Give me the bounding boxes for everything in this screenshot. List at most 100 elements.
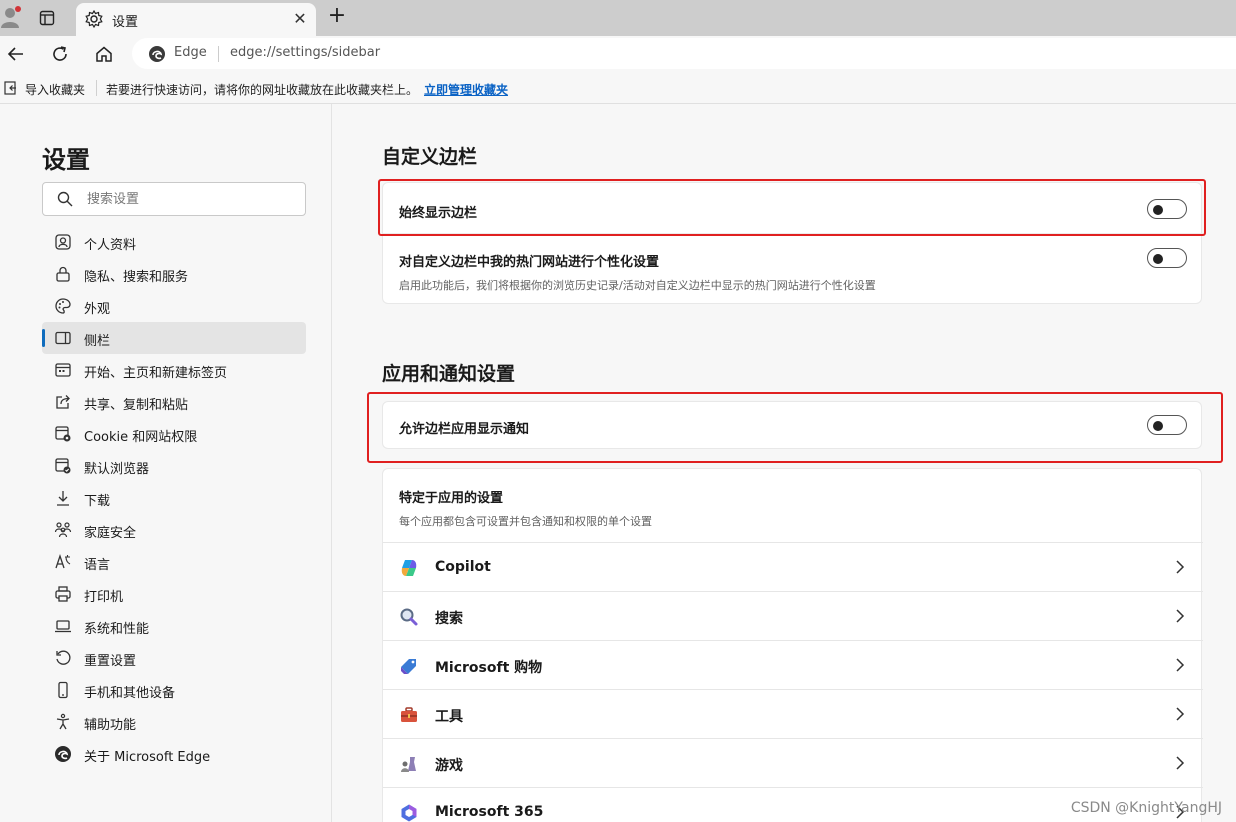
- download-icon: [54, 489, 72, 507]
- search-app-icon: [399, 607, 419, 627]
- app-label: Copilot: [435, 559, 491, 575]
- watermark: CSDN @KnightYangHJ: [1070, 800, 1222, 816]
- nav-label: 外观: [84, 302, 111, 317]
- profile-icon: [54, 233, 72, 251]
- palette-icon: [54, 297, 72, 315]
- app-row-games[interactable]: 游戏: [383, 738, 1203, 787]
- toolbox-icon: [399, 705, 419, 725]
- nav-item-printers[interactable]: 打印机: [42, 578, 306, 610]
- nav-item-downloads[interactable]: 下载: [42, 482, 306, 514]
- home-page-icon: [54, 361, 72, 379]
- home-icon[interactable]: [92, 42, 116, 66]
- nav-label: 隐私、搜索和服务: [84, 270, 189, 285]
- app-label: Microsoft 购物: [435, 660, 543, 676]
- omnibox-divider: [218, 46, 219, 62]
- nav-item-sidebar[interactable]: 侧栏: [42, 322, 306, 354]
- favorites-bar: 导入收藏夹 若要进行快速访问，请将你的网址收藏放在此收藏夹栏上。 立即管理收藏夹: [0, 72, 1236, 104]
- nav-label: 默认浏览器: [84, 462, 150, 477]
- nav-label: 打印机: [84, 590, 124, 605]
- browser-icon: [54, 457, 72, 475]
- nav-label: 家庭安全: [84, 526, 137, 541]
- phone-icon: [54, 681, 72, 699]
- app-row-shopping[interactable]: Microsoft 购物: [383, 640, 1203, 689]
- sidebar-icon: [54, 329, 72, 347]
- chevron-right-icon: [1175, 755, 1185, 771]
- gear-icon: [84, 9, 104, 29]
- printer-icon: [54, 585, 72, 603]
- nav-label: 手机和其他设备: [84, 686, 176, 701]
- reset-icon: [54, 649, 72, 667]
- nav-label: 开始、主页和新建标签页: [84, 366, 228, 381]
- favbar-divider: [96, 80, 97, 96]
- nav-item-languages[interactable]: 语言: [42, 546, 306, 578]
- new-tab-button[interactable]: +: [326, 5, 348, 29]
- section-title-app-notifications: 应用和通知设置: [382, 363, 516, 385]
- chevron-right-icon: [1175, 706, 1185, 722]
- nav-label: 下载: [84, 494, 111, 509]
- nav-label: 系统和性能: [84, 622, 150, 637]
- search-icon: [57, 191, 73, 207]
- language-icon: [54, 553, 72, 571]
- nav-label: 辅助功能: [84, 718, 137, 733]
- nav-item-accessibility[interactable]: 辅助功能: [42, 706, 306, 738]
- back-icon[interactable]: [4, 42, 28, 66]
- app-label: Microsoft 365: [435, 804, 544, 820]
- app-specific-description: 每个应用都包含可设置并包含通知和权限的单个设置: [399, 515, 652, 528]
- laptop-icon: [54, 617, 72, 635]
- app-row-copilot[interactable]: Copilot: [383, 542, 1203, 591]
- accessibility-icon: [54, 713, 72, 731]
- personalize-top-sites-toggle[interactable]: [1147, 248, 1187, 268]
- favorites-hint: 若要进行快速访问，请将你的网址收藏放在此收藏夹栏上。: [106, 83, 419, 97]
- nav-label: 语言: [84, 558, 111, 573]
- app-label: 搜索: [435, 611, 463, 627]
- nav-label: 共享、复制和粘贴: [84, 398, 189, 413]
- nav-label: 关于 Microsoft Edge: [84, 750, 211, 765]
- search-settings-box[interactable]: [42, 182, 306, 216]
- tab-title: 设置: [112, 15, 139, 30]
- shopping-tag-icon: [399, 656, 419, 676]
- app-specific-title: 特定于应用的设置: [399, 491, 504, 506]
- import-favorites-button[interactable]: 导入收藏夹: [25, 81, 85, 98]
- app-label: 游戏: [435, 758, 463, 774]
- address-bar[interactable]: Edge edge://settings/sidebar: [132, 38, 1236, 69]
- app-specific-settings-card: 特定于应用的设置 每个应用都包含可设置并包含通知和权限的单个设置 Copilot…: [382, 468, 1203, 822]
- close-tab-icon[interactable]: ✕: [290, 8, 310, 28]
- app-row-tools[interactable]: 工具: [383, 689, 1203, 738]
- nav-label: 侧栏: [84, 334, 111, 349]
- settings-title: 设置: [42, 146, 90, 174]
- refresh-icon[interactable]: [48, 42, 72, 66]
- url-text[interactable]: edge://settings/sidebar: [230, 45, 380, 60]
- section-title-customize-sidebar: 自定义边栏: [382, 146, 478, 168]
- nav-item-reset[interactable]: 重置设置: [42, 642, 306, 674]
- cookie-icon: [54, 425, 72, 443]
- nav-label: 重置设置: [84, 654, 137, 669]
- highlight-box-always-show: [378, 179, 1206, 236]
- nav-item-privacy[interactable]: 隐私、搜索和服务: [42, 258, 306, 290]
- nav-item-share-copy-paste[interactable]: 共享、复制和粘贴: [42, 386, 306, 418]
- nav-item-appearance[interactable]: 外观: [42, 290, 306, 322]
- search-input[interactable]: [87, 189, 297, 209]
- nav-item-start-home[interactable]: 开始、主页和新建标签页: [42, 354, 306, 386]
- app-row-search[interactable]: 搜索: [383, 591, 1203, 640]
- nav-item-cookies[interactable]: Cookie 和网站权限: [42, 418, 306, 450]
- nav-item-default-browser[interactable]: 默认浏览器: [42, 450, 306, 482]
- nav-item-phone-devices[interactable]: 手机和其他设备: [42, 674, 306, 706]
- settings-content: 自定义边栏 始终显示边栏 对自定义边栏中我的热门网站进行个性化设置 启用此功能后…: [332, 104, 1236, 822]
- nav-item-system-performance[interactable]: 系统和性能: [42, 610, 306, 642]
- tab-actions-icon[interactable]: [36, 7, 58, 29]
- tab-settings[interactable]: 设置 ✕: [76, 3, 316, 36]
- chevron-right-icon: [1175, 559, 1185, 575]
- import-favorites-icon[interactable]: [4, 81, 18, 95]
- m365-icon: [399, 803, 419, 822]
- settings-nav-list: 个人资料 隐私、搜索和服务 外观 侧栏 开始、主页和新建标签页 共享、复制和粘贴…: [42, 226, 306, 770]
- manage-favorites-link[interactable]: 立即管理收藏夹: [424, 81, 508, 98]
- app-label: 工具: [435, 709, 463, 725]
- chevron-right-icon: [1175, 657, 1185, 673]
- chevron-right-icon: [1175, 608, 1185, 624]
- highlight-box-notifications: [367, 392, 1223, 463]
- nav-item-profiles[interactable]: 个人资料: [42, 226, 306, 258]
- nav-item-family-safety[interactable]: 家庭安全: [42, 514, 306, 546]
- nav-item-about-edge[interactable]: 关于 Microsoft Edge: [42, 738, 306, 770]
- personalize-top-sites-label: 对自定义边栏中我的热门网站进行个性化设置: [399, 255, 660, 270]
- profile-avatar-icon[interactable]: [0, 4, 24, 30]
